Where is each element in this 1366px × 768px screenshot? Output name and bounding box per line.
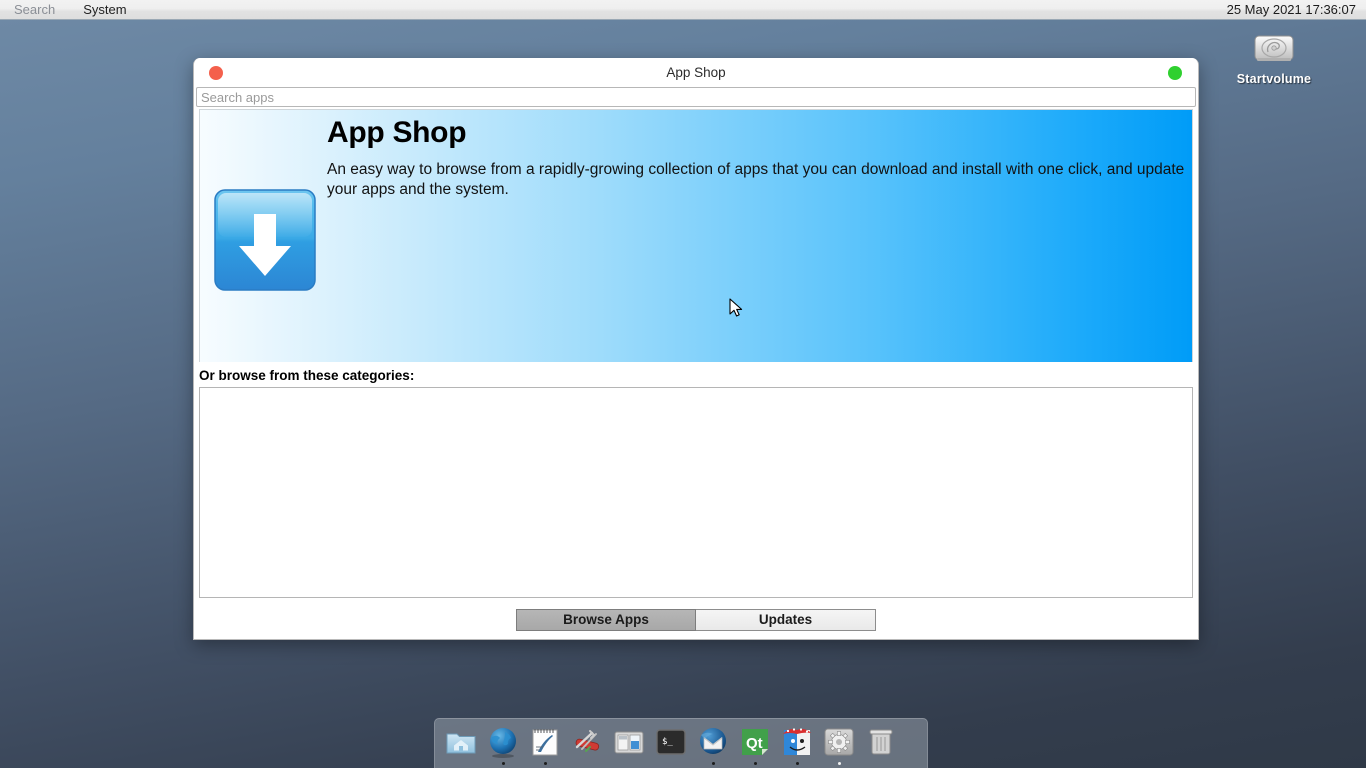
dock-item-mail[interactable] bbox=[694, 725, 732, 768]
search-bar[interactable] bbox=[196, 87, 1196, 107]
banner-description: An easy way to browse from a rapidly-gro… bbox=[327, 161, 1185, 198]
running-indicator bbox=[670, 762, 673, 765]
search-input[interactable] bbox=[201, 89, 1191, 105]
dock-item-web-browser[interactable] bbox=[484, 725, 522, 768]
window-title-bar[interactable]: App Shop bbox=[194, 58, 1198, 87]
promo-banner: App Shop An easy way to browse from a ra… bbox=[199, 109, 1193, 362]
running-indicator bbox=[628, 762, 631, 765]
trash-icon bbox=[869, 729, 893, 755]
running-indicator bbox=[586, 762, 589, 765]
text-editor-icon bbox=[532, 729, 558, 756]
dock-item-text-editor[interactable] bbox=[526, 725, 564, 768]
running-indicator bbox=[460, 762, 463, 765]
categories-label: Or browse from these categories: bbox=[199, 368, 415, 383]
app-shop-window: App Shop Search apps App Shop An easy wa… bbox=[193, 58, 1199, 640]
window-content: App Shop An easy way to browse from a ra… bbox=[194, 107, 1198, 639]
menu-bar: Search System 25 May 2021 17:36:07 bbox=[0, 0, 1366, 20]
hard-drive-icon bbox=[1254, 35, 1294, 61]
download-arrow-icon bbox=[214, 189, 316, 291]
mail-client-icon bbox=[700, 728, 726, 754]
menu-bar-items: Search System bbox=[0, 0, 141, 19]
zoom-button[interactable] bbox=[1168, 66, 1182, 80]
svg-text:$_: $_ bbox=[662, 737, 673, 747]
running-indicator bbox=[753, 762, 757, 765]
file-manager-icon bbox=[783, 728, 811, 755]
dock-item-terminal[interactable]: $_ bbox=[652, 725, 690, 768]
dock-item-file-manager[interactable] bbox=[778, 725, 816, 768]
desktop-icon-startvolume[interactable]: Startvolume bbox=[1228, 30, 1320, 86]
tab-bar: Browse Apps Updates bbox=[199, 601, 1193, 639]
home-folder-icon bbox=[446, 733, 476, 754]
banner-heading: App Shop bbox=[327, 116, 467, 149]
menu-system[interactable]: System bbox=[69, 0, 140, 19]
banner-text: App Shop An easy way to browse from a ra… bbox=[327, 114, 1186, 200]
running-indicator bbox=[543, 762, 547, 765]
running-indicator bbox=[795, 762, 799, 765]
dock-item-trash[interactable] bbox=[862, 725, 900, 768]
settings-gear-icon bbox=[824, 728, 854, 756]
dock-item-tools[interactable] bbox=[568, 725, 606, 768]
qt-icon: Qt bbox=[742, 729, 768, 755]
running-indicator bbox=[837, 762, 841, 765]
tools-icon bbox=[575, 730, 600, 752]
running-indicator bbox=[501, 762, 505, 765]
window-title: App Shop bbox=[666, 65, 726, 80]
web-browser-icon bbox=[490, 728, 516, 758]
display-settings-icon bbox=[614, 731, 644, 754]
running-indicator bbox=[880, 762, 883, 765]
clock[interactable]: 25 May 2021 17:36:07 bbox=[1227, 2, 1366, 17]
tab-updates[interactable]: Updates bbox=[696, 609, 876, 631]
svg-text:Qt: Qt bbox=[746, 735, 763, 752]
desktop-icon-label: Startvolume bbox=[1236, 72, 1312, 86]
menu-search[interactable]: Search bbox=[0, 0, 69, 19]
running-indicator bbox=[711, 762, 715, 765]
dock-item-display-settings[interactable] bbox=[610, 725, 648, 768]
mouse-cursor bbox=[729, 298, 743, 317]
dock-item-settings[interactable] bbox=[820, 725, 858, 768]
dock-item-home[interactable] bbox=[442, 725, 480, 768]
terminal-icon: $_ bbox=[656, 729, 686, 755]
categories-list[interactable] bbox=[199, 387, 1193, 598]
tab-browse-apps[interactable]: Browse Apps bbox=[516, 609, 696, 631]
dock: $_ Qt bbox=[434, 718, 928, 768]
dock-item-qt[interactable]: Qt bbox=[736, 725, 774, 768]
